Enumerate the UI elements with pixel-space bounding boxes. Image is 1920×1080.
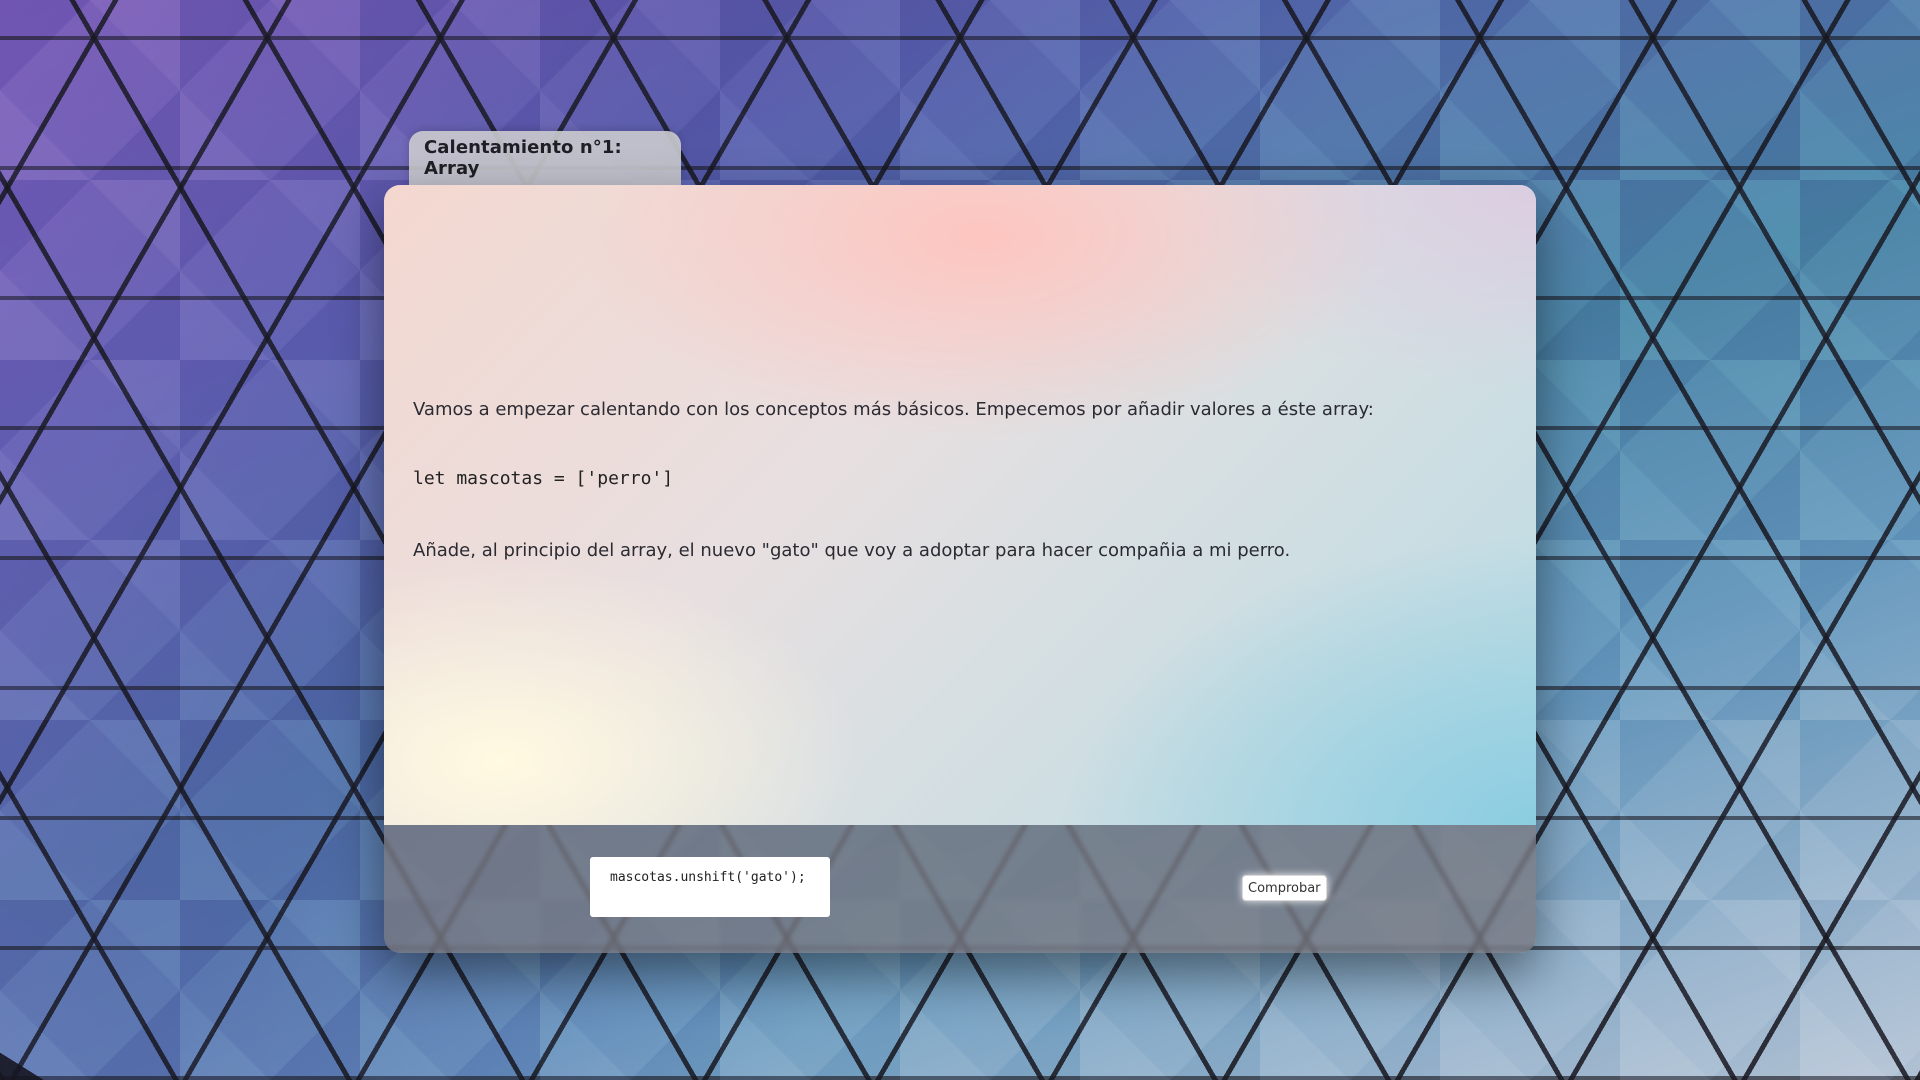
exercise-card: Vamos a empezar calentando con los conce…	[384, 185, 1536, 953]
answer-input[interactable]: mascotas.unshift('gato');	[590, 857, 830, 917]
exercise-text-block: Vamos a empezar calentando con los conce…	[413, 397, 1513, 564]
exercise-instruction: Añade, al principio del array, el nuevo …	[413, 540, 1291, 561]
exercise-intro: Vamos a empezar calentando con los conce…	[413, 399, 1374, 420]
answer-bar: mascotas.unshift('gato'); Comprobar	[384, 825, 1536, 953]
exercise-title: Calentamiento n°1: Array	[424, 137, 622, 179]
exercise-content: Vamos a empezar calentando con los conce…	[384, 185, 1536, 825]
code-snippet: let mascotas = ['perro']	[413, 468, 674, 489]
check-button[interactable]: Comprobar	[1242, 875, 1327, 901]
exercise-tab: Calentamiento n°1: Array	[409, 131, 681, 185]
